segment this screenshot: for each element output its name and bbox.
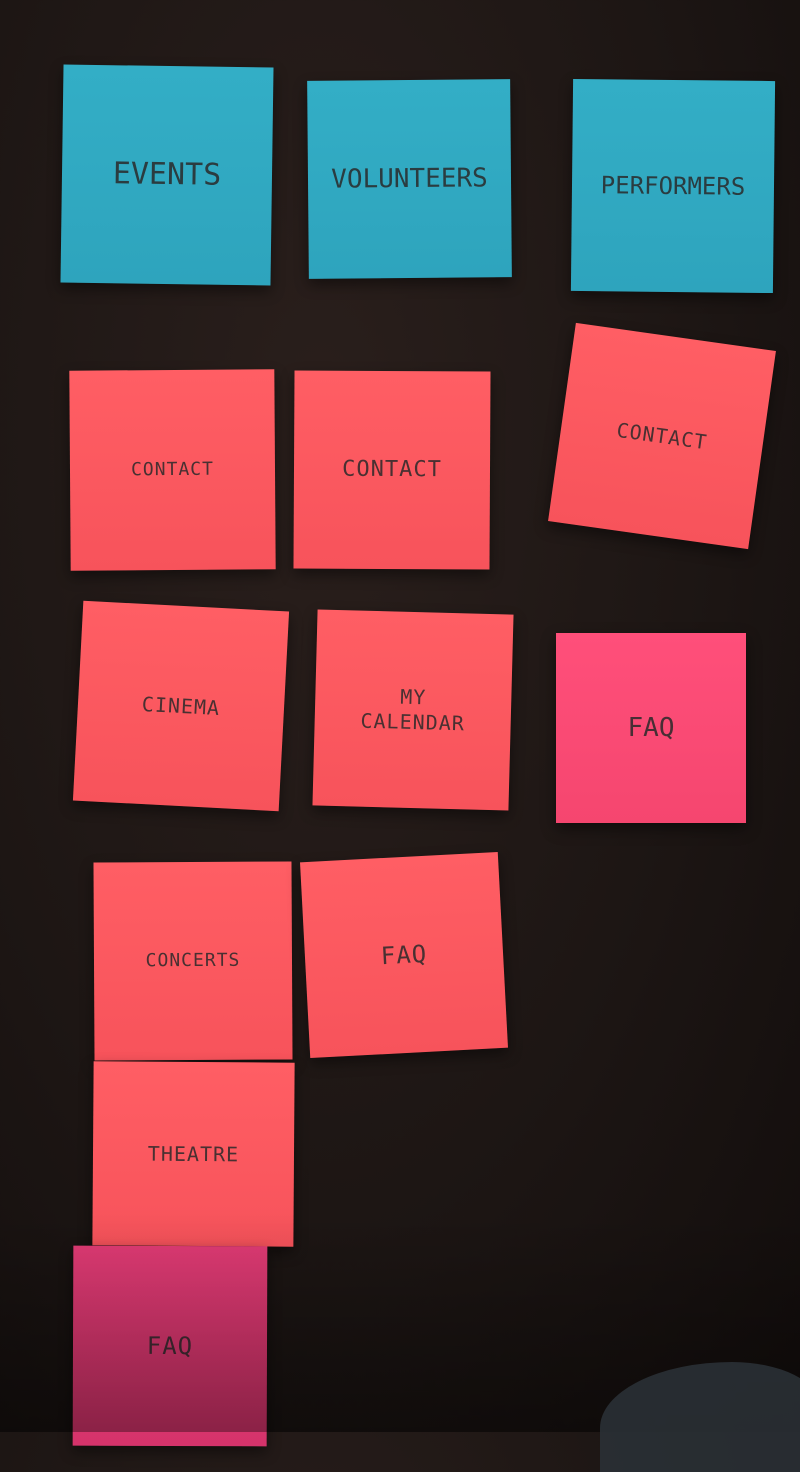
note-label: MY CALENDAR: [360, 684, 466, 736]
sticky-note-faq-3: FAQ: [72, 1245, 268, 1447]
note-label: FAQ: [380, 939, 428, 971]
sticky-note-board: EVENTS VOLUNTEERS PERFORMERS CONTACT CON…: [0, 0, 800, 1472]
note-label: THEATRE: [147, 1141, 240, 1166]
note-label: CONTACT: [130, 458, 214, 481]
sticky-note-contact-2: CONTACT: [293, 370, 491, 570]
sticky-note-theatre: THEATRE: [92, 1061, 295, 1247]
note-label: FAQ: [627, 712, 675, 743]
note-label: PERFORMERS: [600, 171, 746, 201]
sticky-note-cinema: CINEMA: [72, 600, 290, 812]
sticky-note-faq-2: FAQ: [300, 851, 508, 1059]
note-label: FAQ: [146, 1331, 194, 1361]
sticky-note-performers: PERFORMERS: [570, 78, 776, 294]
note-label: CONTACT: [342, 456, 442, 483]
sticky-note-contact-3: CONTACT: [548, 322, 776, 550]
sticky-note-concerts: CONCERTS: [93, 861, 293, 1061]
note-label: CINEMA: [141, 691, 221, 720]
sticky-note-volunteers: VOLUNTEERS: [307, 79, 512, 279]
note-label: VOLUNTEERS: [331, 163, 488, 195]
note-label: EVENTS: [112, 156, 222, 194]
note-label: CONCERTS: [145, 949, 241, 971]
sticky-note-contact-1: CONTACT: [69, 369, 276, 571]
note-label: CONTACT: [615, 417, 709, 454]
sticky-note-events: EVENTS: [60, 64, 274, 286]
sticky-note-my-calendar: MY CALENDAR: [312, 609, 514, 811]
corner-object: [600, 1362, 800, 1472]
sticky-note-faq-1: FAQ: [556, 633, 746, 823]
